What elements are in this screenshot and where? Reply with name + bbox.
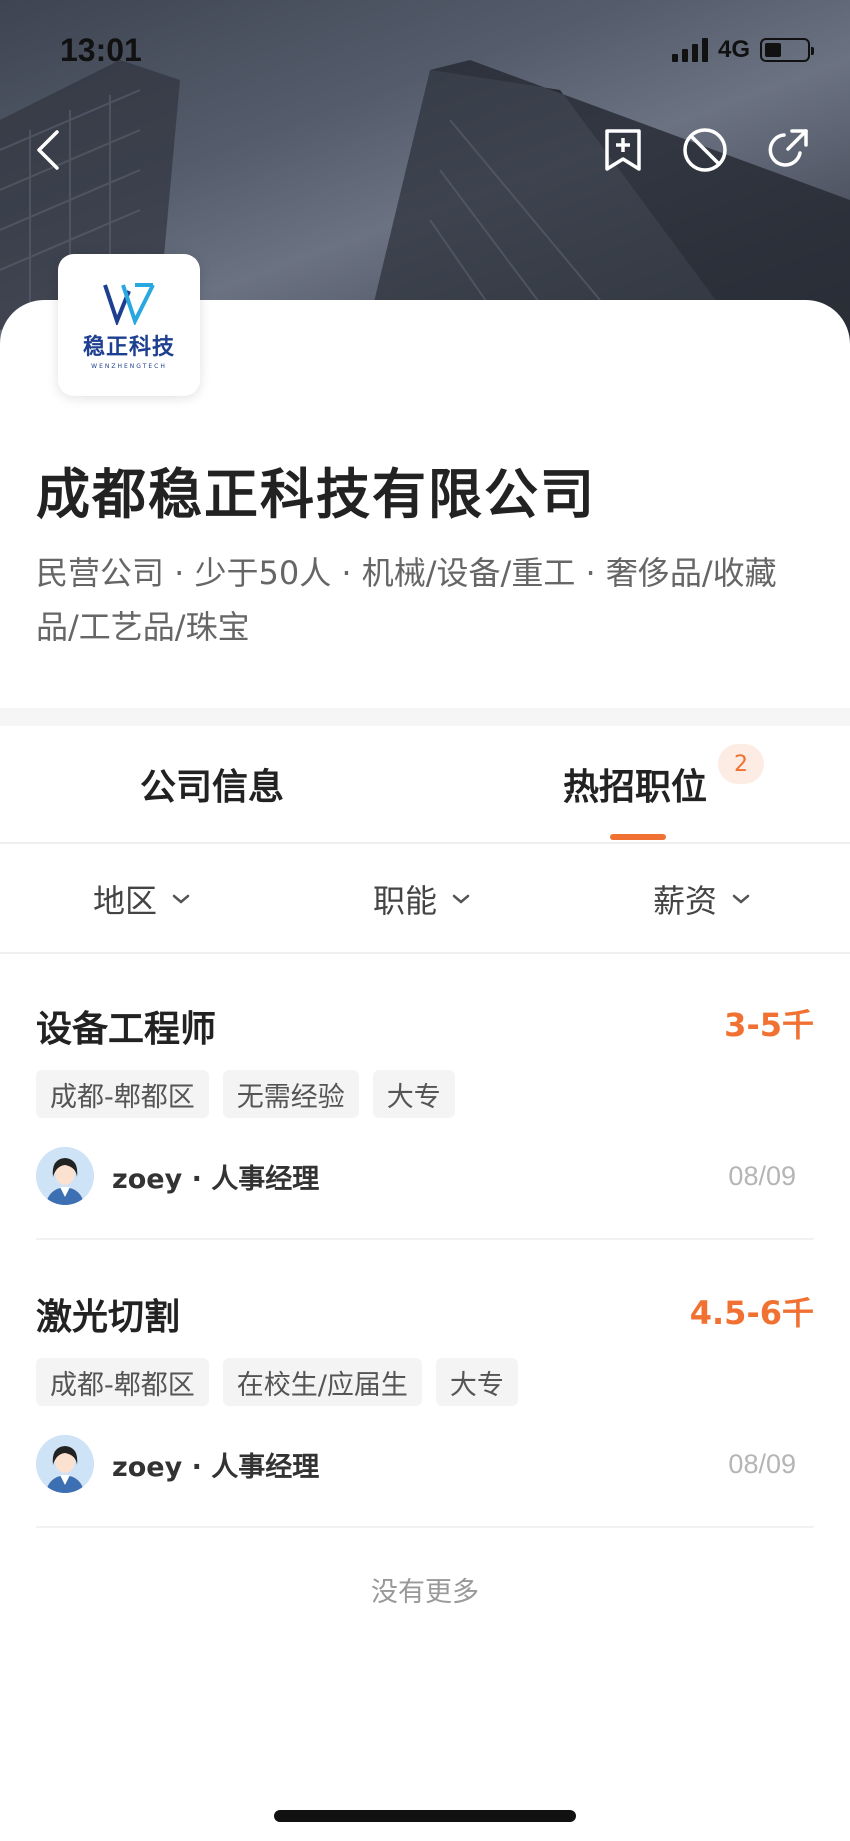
section-divider (0, 708, 850, 726)
job-title: 设备工程师 (36, 1009, 217, 1050)
chevron-down-icon (732, 894, 750, 904)
battery-icon (760, 38, 814, 62)
recruiter-name: zoey · 人事经理 (112, 1163, 320, 1195)
post-date: 08/09 (728, 1160, 796, 1191)
filter-salary-label: 薪资 (653, 882, 718, 920)
filter-salary[interactable]: 薪资 (653, 846, 751, 952)
avatar (36, 1147, 94, 1205)
job-title: 激光切割 (36, 1297, 181, 1338)
signal-icon (671, 38, 708, 62)
no-more-text: 没有更多 (371, 1577, 479, 1608)
share-icon[interactable] (759, 120, 815, 180)
job-tag-education: 大专 (435, 1358, 518, 1406)
filter-function-label: 职能 (373, 882, 438, 920)
chevron-down-icon (172, 894, 190, 904)
network-type: 4G (717, 36, 750, 63)
company-name: 成都稳正科技有限公司 (36, 463, 596, 526)
job-item[interactable]: 设备工程师 3-5千 成都-郫都区 无需经验 大专 zoey · 人事经理 08… (36, 1000, 814, 1240)
active-tab-indicator (610, 834, 666, 840)
tab-hot-jobs-label: 热招职位 (563, 767, 708, 808)
nav-bar (0, 120, 850, 180)
tab-bar: 公司信息 热招职位 2 (0, 726, 850, 844)
logo-subtext: WENZHENGTECH (91, 362, 167, 370)
chevron-down-icon (452, 894, 470, 904)
job-salary: 3-5千 (724, 1006, 814, 1044)
filter-region-label: 地区 (93, 882, 158, 920)
post-date: 08/09 (728, 1448, 796, 1479)
home-indicator[interactable] (274, 1810, 576, 1822)
filter-region[interactable]: 地区 (93, 846, 191, 952)
recruiter-row: zoey · 人事经理 08/09 (36, 1434, 814, 1494)
bookmark-add-icon[interactable] (595, 120, 651, 180)
job-tags: 成都-郫都区 无需经验 大专 (36, 1070, 455, 1118)
filter-bar: 地区 职能 薪资 (0, 846, 850, 954)
jobs-count-badge: 2 (718, 744, 764, 784)
logo-text: 稳正科技 (82, 334, 175, 360)
back-icon[interactable] (20, 120, 76, 180)
job-tag-education: 大专 (372, 1070, 455, 1118)
job-tag-experience: 在校生/应届生 (222, 1358, 422, 1406)
block-icon[interactable] (677, 120, 733, 180)
company-logo: 稳正科技 WENZHENGTECH (58, 254, 200, 396)
tab-company-info-label: 公司信息 (140, 767, 285, 808)
list-divider (36, 1526, 814, 1528)
job-item[interactable]: 激光切割 4.5-6千 成都-郫都区 在校生/应届生 大专 zoey · 人事经… (36, 1288, 814, 1528)
job-tags: 成都-郫都区 在校生/应届生 大专 (36, 1358, 518, 1406)
company-meta: 民营公司 · 少于50人 · 机械/设备/重工 · 奢侈品/收藏品/工艺品/珠宝 (36, 554, 777, 646)
logo-mark-icon (103, 282, 155, 325)
job-salary: 4.5-6千 (689, 1294, 814, 1332)
list-divider (36, 1238, 814, 1240)
job-tag-location: 成都-郫都区 (36, 1358, 209, 1406)
recruiter-row: zoey · 人事经理 08/09 (36, 1146, 814, 1206)
job-tag-experience: 无需经验 (222, 1070, 359, 1118)
status-indicators: 4G (671, 36, 814, 64)
tab-hot-jobs[interactable]: 热招职位 (563, 726, 707, 842)
avatar (36, 1435, 94, 1493)
job-tag-location: 成都-郫都区 (36, 1070, 209, 1118)
status-time: 13:01 (60, 31, 142, 68)
status-bar: 13:01 4G (0, 0, 850, 100)
tab-company-info[interactable]: 公司信息 (140, 726, 284, 842)
recruiter-name: zoey · 人事经理 (112, 1451, 320, 1483)
filter-function[interactable]: 职能 (373, 846, 471, 952)
